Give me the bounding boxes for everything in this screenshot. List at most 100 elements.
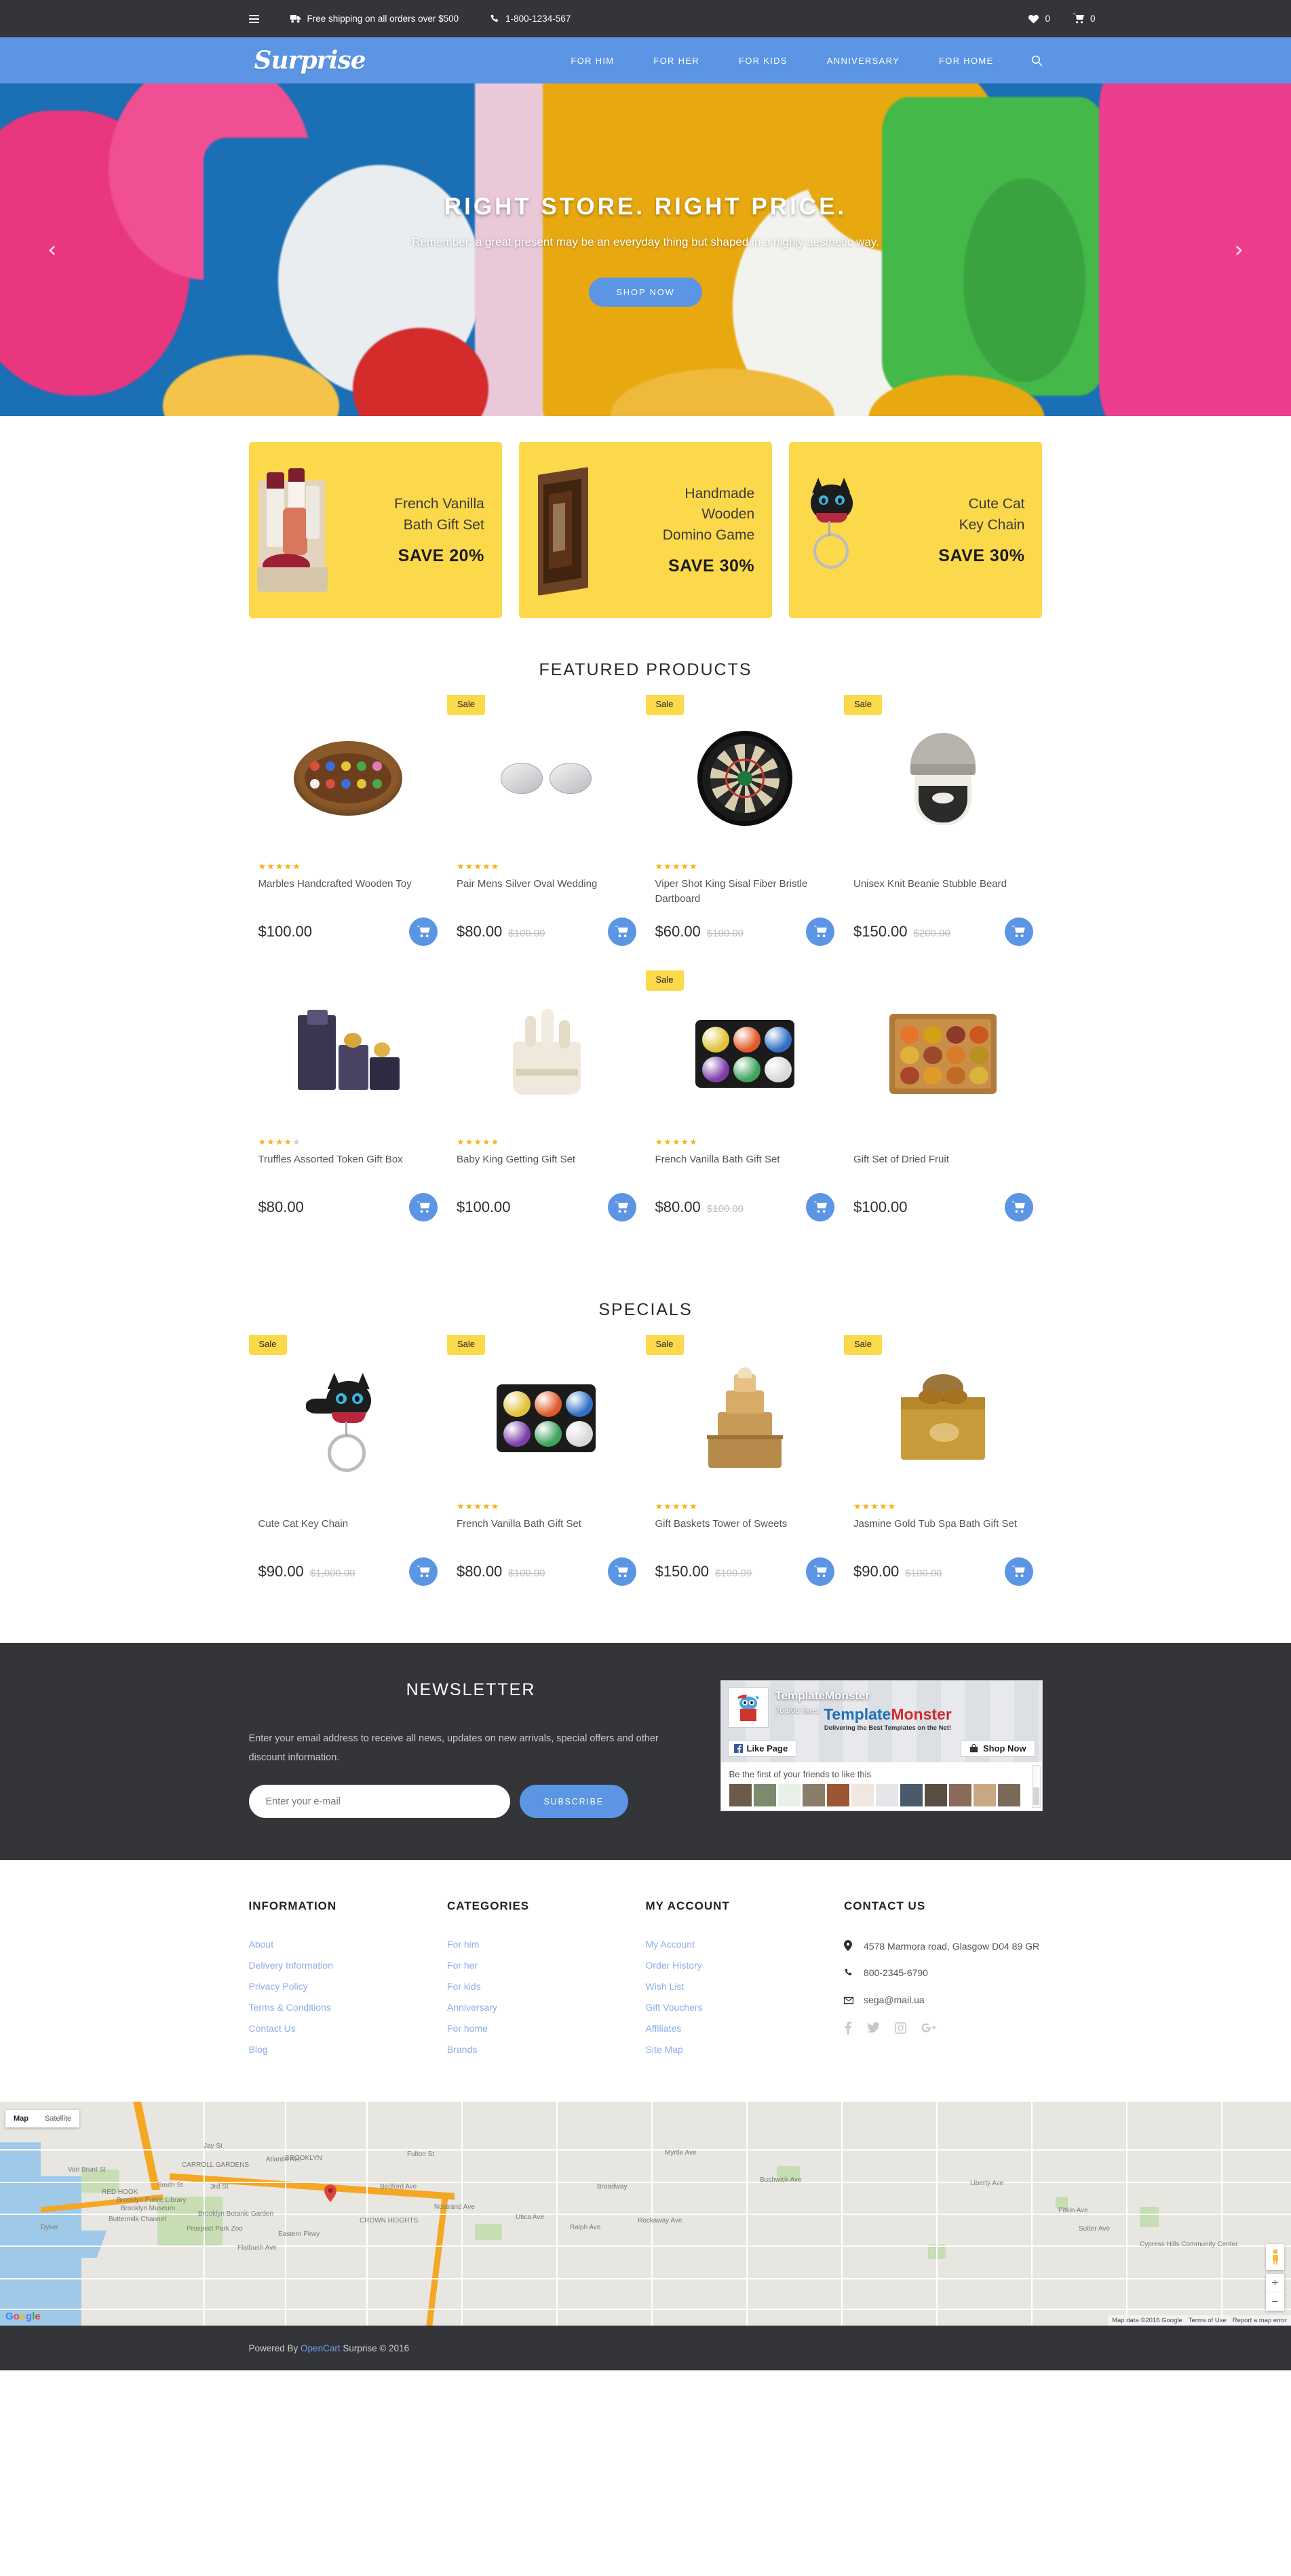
add-to-cart-button[interactable] (806, 1193, 834, 1221)
footer-link-for-him[interactable]: For him (447, 1939, 646, 1950)
add-to-cart-button[interactable] (607, 917, 636, 946)
footer-link-brands[interactable]: Brands (447, 2044, 646, 2055)
add-to-cart-button[interactable] (607, 1193, 636, 1221)
product-card[interactable]: Sale Cute Cat Key Chain $90.00 $1,000.00 (248, 1335, 448, 1586)
product-card[interactable]: Sale Unisex Knit Beanie Stubble Beard $15… (844, 695, 1043, 946)
product-card[interactable]: ★★★★★ Marbles Handcrafted Wooden Toy $100.… (249, 707, 448, 946)
add-to-cart-button[interactable] (1004, 1193, 1033, 1221)
product-name[interactable]: Gift Baskets Tower of Sweets (655, 1517, 835, 1547)
product-image[interactable] (853, 983, 1033, 1125)
facebook-page-name[interactable]: TemplateMonster (775, 1689, 870, 1703)
promo-banner-cat-keychain[interactable]: Cute Cat Key Chain SAVE 30% (789, 442, 1043, 618)
product-name[interactable]: Baby King Getting Gift Set (457, 1152, 636, 1182)
product-image[interactable] (457, 707, 636, 850)
product-name[interactable]: Pair Mens Silver Oval Wedding (457, 877, 636, 907)
phone-info[interactable]: 1-800-1234-567 (490, 14, 571, 24)
carousel-prev-arrow[interactable]: ‹ (47, 236, 57, 263)
nav-item-for-kids[interactable]: FOR KIDS (719, 56, 807, 66)
contact-email-row[interactable]: sega@mail.ua (844, 1992, 1043, 2009)
product-image[interactable] (457, 1347, 636, 1490)
instagram-icon[interactable] (895, 2021, 906, 2034)
footer-link-delivery-information[interactable]: Delivery Information (249, 1960, 448, 1971)
product-name[interactable]: Cute Cat Key Chain (258, 1517, 438, 1547)
product-card[interactable]: ★★★★★ Baby King Getting Gift Set $100.00 (447, 983, 646, 1221)
footer-link-affiliates[interactable]: Affiliates (646, 2023, 845, 2034)
product-image[interactable] (457, 983, 636, 1125)
product-card[interactable]: Sale ★★★★★ French Vanilla Bath Gift Set $80… (447, 1335, 646, 1586)
map-terms-link[interactable]: Terms of Use (1189, 2317, 1227, 2324)
product-image[interactable] (853, 1347, 1033, 1490)
map-type-satellite[interactable]: Satellite (37, 2110, 79, 2127)
product-name[interactable]: French Vanilla Bath Gift Set (457, 1517, 636, 1547)
footer-link-site-map[interactable]: Site Map (646, 2044, 845, 2055)
add-to-cart-button[interactable] (409, 1193, 438, 1221)
product-name[interactable]: French Vanilla Bath Gift Set (655, 1152, 835, 1182)
footer-link-wish-list[interactable]: Wish List (646, 1981, 845, 1992)
facebook-like-button[interactable]: Like Page (727, 1740, 797, 1757)
footer-link-contact-us[interactable]: Contact Us (249, 2023, 448, 2034)
map-type-map[interactable]: Map (5, 2110, 37, 2127)
footer-link-for-her[interactable]: For her (447, 1960, 646, 1971)
product-name[interactable]: Unisex Knit Beanie Stubble Beard (853, 877, 1033, 907)
nav-item-anniversary[interactable]: ANNIVERSARY (807, 56, 919, 66)
product-name[interactable]: Truffles Assorted Token Gift Box (258, 1152, 438, 1182)
product-card[interactable]: Sale ★★★★★ Pair Mens Silver Oval Wedding $8… (447, 695, 646, 946)
footer-link-gift-vouchers[interactable]: Gift Vouchers (646, 2002, 845, 2013)
nav-item-for-him[interactable]: FOR HIM (551, 56, 634, 66)
promo-banner-domino[interactable]: Handmade Wooden Domino Game SAVE 30% (518, 442, 773, 618)
product-image[interactable] (258, 983, 438, 1125)
wishlist-link[interactable]: 0 (1028, 14, 1050, 24)
product-name[interactable]: Gift Set of Dried Fruit (853, 1152, 1033, 1182)
product-image[interactable] (258, 707, 438, 850)
footer-link-order-history[interactable]: Order History (646, 1960, 845, 1971)
contact-phone-row[interactable]: 800-2345-6790 (844, 1965, 1043, 1982)
street-view-pegman[interactable] (1266, 2244, 1284, 2271)
shop-now-button[interactable]: SHOP NOW (589, 277, 702, 307)
product-name[interactable]: Viper Shot King Sisal Fiber Bristle Dart… (655, 877, 835, 907)
product-card[interactable]: ★★★★★ Truffles Assorted Token Gift Box $80… (249, 983, 448, 1221)
product-image[interactable] (655, 1347, 835, 1490)
zoom-in-button[interactable]: + (1266, 2274, 1284, 2293)
add-to-cart-button[interactable] (806, 1557, 834, 1586)
footer-link-about[interactable]: About (249, 1939, 448, 1950)
add-to-cart-button[interactable] (409, 917, 438, 946)
carousel-next-arrow[interactable]: › (1234, 236, 1244, 263)
product-card[interactable]: Sale ★★★★★ Viper Shot King Sisal Fiber Bri… (645, 695, 845, 946)
product-image[interactable] (655, 983, 835, 1125)
google-plus-icon[interactable] (921, 2021, 936, 2034)
hamburger-icon[interactable] (248, 14, 259, 23)
search-icon[interactable] (1031, 55, 1043, 67)
product-card[interactable]: Sale ★★★★★ Jasmine Gold Tub Spa Bath Gift … (844, 1335, 1043, 1586)
footer-link-for-kids[interactable]: For kids (447, 1981, 646, 1992)
add-to-cart-button[interactable] (806, 917, 834, 946)
twitter-icon[interactable] (867, 2021, 880, 2034)
add-to-cart-button[interactable] (1004, 1557, 1033, 1586)
newsletter-email-input[interactable] (248, 1785, 510, 1819)
facebook-scrollbar[interactable] (1031, 1765, 1041, 1808)
product-image[interactable] (258, 1347, 438, 1490)
zoom-out-button[interactable]: − (1266, 2292, 1284, 2311)
footer-link-blog[interactable]: Blog (249, 2044, 448, 2055)
product-name[interactable]: Jasmine Gold Tub Spa Bath Gift Set (853, 1517, 1033, 1547)
add-to-cart-button[interactable] (409, 1557, 438, 1586)
nav-item-for-home[interactable]: FOR HOME (919, 56, 1013, 66)
footer-link-terms-conditions[interactable]: Terms & Conditions (249, 2002, 448, 2013)
add-to-cart-button[interactable] (1004, 917, 1033, 946)
site-logo[interactable]: Surprise (249, 46, 366, 75)
add-to-cart-button[interactable] (607, 1557, 636, 1586)
product-image[interactable] (853, 707, 1033, 850)
map-location-marker[interactable] (324, 2184, 336, 2203)
product-card[interactable]: Gift Set of Dried Fruit $100.00 (844, 983, 1043, 1221)
location-map[interactable]: Map Satellite + − Google Map data ©2016 … (0, 2102, 1291, 2326)
product-image[interactable] (655, 707, 835, 850)
cart-link[interactable]: 0 (1073, 14, 1096, 24)
footer-link-anniversary[interactable]: Anniversary (447, 2002, 646, 2013)
product-card[interactable]: Sale ★★★★★ French Vanilla Bath Gift Set $80… (645, 970, 845, 1221)
map-report-link[interactable]: Report a map error (1233, 2317, 1287, 2324)
footer-link-privacy-policy[interactable]: Privacy Policy (249, 1981, 448, 1992)
promo-banner-french-vanilla[interactable]: French Vanilla Bath Gift Set SAVE 20% (248, 442, 502, 618)
product-card[interactable]: Sale ★★★★★ Gift Baskets Tower of Sweets $15… (645, 1335, 845, 1586)
opencart-link[interactable]: OpenCart (301, 2343, 341, 2353)
product-name[interactable]: Marbles Handcrafted Wooden Toy (258, 877, 438, 907)
subscribe-button[interactable]: SUBSCRIBE (519, 1785, 628, 1819)
